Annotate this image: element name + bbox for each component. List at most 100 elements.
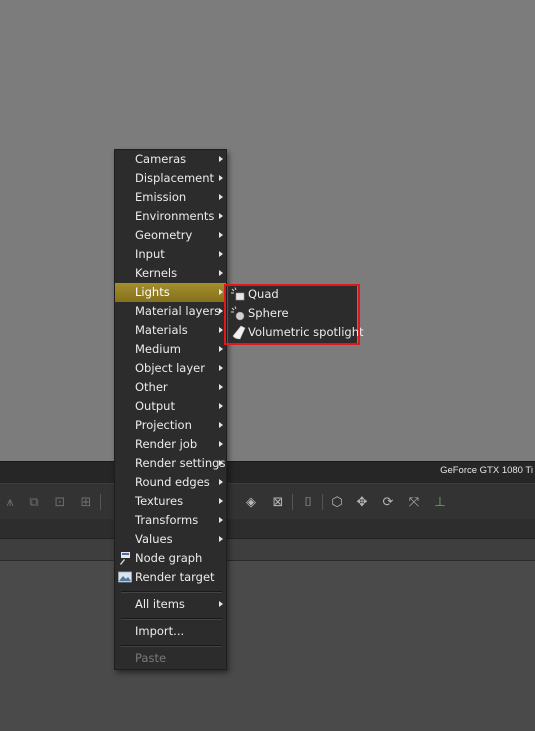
render-icon[interactable]: ◈ [243, 494, 259, 510]
menu-item-label: Output [135, 399, 175, 413]
fx-icon[interactable]: ⩚ [2, 494, 18, 510]
menu-item-transforms[interactable]: Transforms [115, 511, 226, 530]
menu-item-import[interactable]: Import... [115, 622, 226, 641]
submenu-arrow-icon [219, 365, 223, 371]
menu-item-label: Emission [135, 190, 187, 204]
menu-item-label: Textures [135, 494, 184, 508]
submenu-arrow-icon [219, 270, 223, 276]
menu-item-label: Node graph [135, 551, 203, 565]
menu-item-all-items[interactable]: All items [115, 595, 226, 614]
menu-item-label: All items [135, 597, 185, 611]
menu-item-label: Displacement [135, 171, 215, 185]
submenu-arrow-icon [219, 346, 223, 352]
menu-item-label: Values [135, 532, 173, 546]
menu-item-label: Render job [135, 437, 198, 451]
menu-separator [121, 591, 222, 593]
menu-item-other[interactable]: Other [115, 378, 226, 397]
submenu-arrow-icon [219, 308, 223, 314]
cube-icon[interactable]: ⬡ [329, 494, 345, 510]
lock-icon[interactable]: ⊡ [52, 494, 68, 510]
menu-item-render-job[interactable]: Render job [115, 435, 226, 454]
annotation-highlight-box [224, 284, 360, 345]
menu-item-round-edges[interactable]: Round edges [115, 473, 226, 492]
submenu-arrow-icon [219, 536, 223, 542]
menu-item-render-settings[interactable]: Render settings [115, 454, 226, 473]
submenu-arrow-icon [219, 327, 223, 333]
submenu-arrow-icon [219, 517, 223, 523]
panel-tabs [0, 539, 535, 561]
menu-item-geometry[interactable]: Geometry [115, 226, 226, 245]
submenu-arrow-icon [219, 422, 223, 428]
menu-item-values[interactable]: Values [115, 530, 226, 549]
submenu-arrow-icon [219, 194, 223, 200]
menu-item-emission[interactable]: Emission [115, 188, 226, 207]
menu-item-label: Other [135, 380, 168, 394]
menu-item-material-layers[interactable]: Material layers [115, 302, 226, 321]
submenu-arrow-icon [219, 232, 223, 238]
menu-item-label: Kernels [135, 266, 178, 280]
node-graph-icon [120, 552, 130, 565]
panel-header [0, 519, 535, 539]
scale-icon[interactable]: ⤧ [406, 494, 422, 510]
submenu-arrow-icon [219, 289, 223, 295]
lock-icon[interactable]: ⌷ [300, 494, 316, 510]
submenu-arrow-icon [219, 460, 223, 466]
panel-area [0, 561, 535, 731]
menu-item-label: Render target [135, 570, 215, 584]
render-target-icon [118, 571, 132, 583]
menu-item-projection[interactable]: Projection [115, 416, 226, 435]
menu-item-input[interactable]: Input [115, 245, 226, 264]
menu-item-label: Round edges [135, 475, 210, 489]
menu-item-label: Lights [135, 285, 170, 299]
submenu-arrow-icon [219, 251, 223, 257]
menu-item-kernels[interactable]: Kernels [115, 264, 226, 283]
menu-item-paste: Paste [115, 649, 226, 668]
camera-icon[interactable]: ⧉ [26, 494, 42, 510]
submenu-arrow-icon [219, 175, 223, 181]
menu-item-node-graph[interactable]: Node graph [115, 549, 226, 568]
menu-item-label: Import... [135, 624, 185, 638]
menu-item-label: Input [135, 247, 165, 261]
menu-item-environments[interactable]: Environments [115, 207, 226, 226]
menu-item-label: Geometry [135, 228, 193, 242]
gpu-label: GeForce GTX 1080 Ti [440, 465, 533, 476]
render-viewport[interactable] [0, 0, 535, 461]
axis-icon[interactable]: ⊥ [432, 494, 448, 510]
menu-item-output[interactable]: Output [115, 397, 226, 416]
menu-item-lights[interactable]: Lights [115, 283, 226, 302]
submenu-arrow-icon [219, 601, 223, 607]
grid-icon[interactable]: ⊞ [78, 494, 94, 510]
submenu-arrow-icon [219, 498, 223, 504]
menu-item-label: Medium [135, 342, 181, 356]
menu-item-displacement[interactable]: Displacement [115, 169, 226, 188]
menu-separator [121, 645, 222, 647]
menu-item-cameras[interactable]: Cameras [115, 150, 226, 169]
menu-item-label: Render settings [135, 456, 226, 470]
submenu-arrow-icon [219, 156, 223, 162]
menu-item-label: Projection [135, 418, 192, 432]
rotate-icon[interactable]: ⟳ [380, 494, 396, 510]
status-bar: GeForce GTX 1080 Ti [0, 461, 535, 484]
menu-item-materials[interactable]: Materials [115, 321, 226, 340]
menu-item-render-target[interactable]: Render target [115, 568, 226, 587]
menu-item-label: Cameras [135, 152, 187, 166]
object-icon[interactable]: ⊠ [270, 494, 286, 510]
move-icon[interactable]: ✥ [354, 494, 370, 510]
submenu-arrow-icon [219, 403, 223, 409]
viewport-toolbar: ⩚ ⧉ ⊡ ⊞ ◈ ⊠ ⌷ ⬡ ✥ ⟳ ⤧ ⊥ [0, 483, 535, 520]
menu-separator [121, 618, 222, 620]
menu-item-label: Transforms [135, 513, 199, 527]
menu-item-label: Object layer [135, 361, 205, 375]
menu-item-textures[interactable]: Textures [115, 492, 226, 511]
submenu-arrow-icon [219, 479, 223, 485]
submenu-arrow-icon [219, 441, 223, 447]
submenu-arrow-icon [219, 213, 223, 219]
menu-item-label: Materials [135, 323, 188, 337]
context-menu: Cameras Displacement Emission Environmen… [114, 149, 227, 670]
menu-item-medium[interactable]: Medium [115, 340, 226, 359]
menu-item-label: Paste [135, 651, 167, 665]
menu-item-label: Environments [135, 209, 215, 223]
submenu-arrow-icon [219, 384, 223, 390]
menu-item-object-layer[interactable]: Object layer [115, 359, 226, 378]
menu-item-label: Material layers [135, 304, 221, 318]
